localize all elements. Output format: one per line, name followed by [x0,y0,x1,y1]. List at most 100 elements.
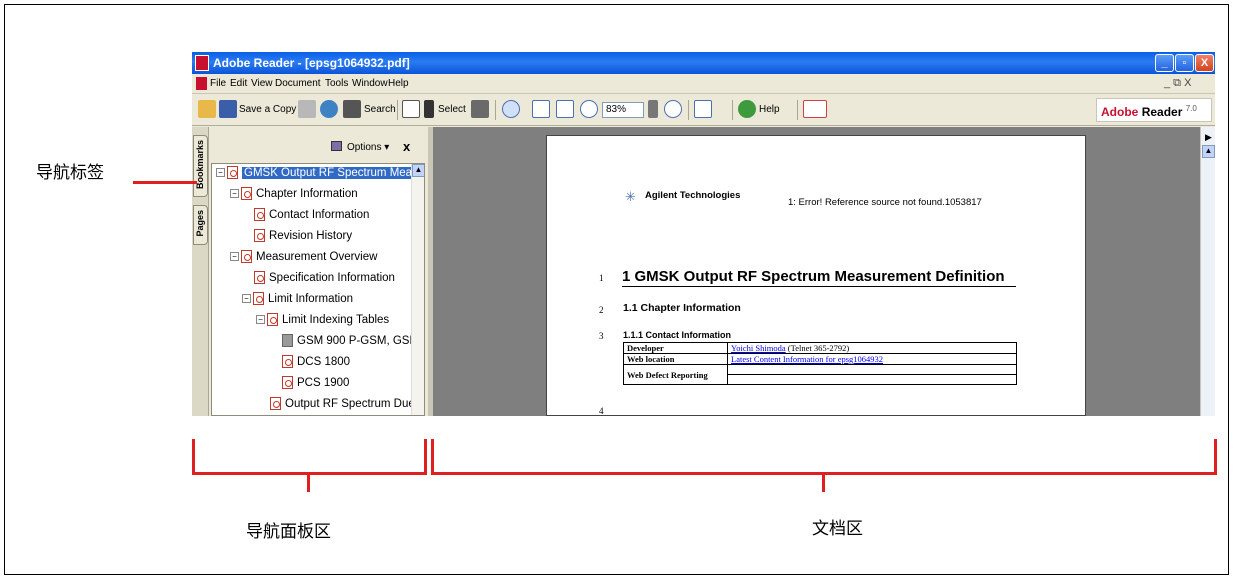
table-row: Developer Yoichi Shimoda (Telnet 365-279… [623,342,1017,354]
menu-file[interactable]: File [210,78,226,89]
toolbar-separator [797,100,798,120]
bookmark-tree: − GMSK Output RF Spectrum Measu − Chapter … [211,163,425,416]
tree-item-label: GSM 900 P-GSM, GSM [297,335,420,347]
document-icon [196,77,207,90]
table-cell-value [727,364,1017,375]
close-button[interactable]: X [1195,54,1214,72]
collapse-icon[interactable]: − [256,315,265,325]
tree-scrollbar[interactable]: ▲ [411,164,424,415]
pages-icon[interactable] [694,100,712,118]
tree-item[interactable]: − Limit Indexing Tables [256,312,389,329]
email-icon[interactable] [320,100,338,118]
window-title: Adobe Reader - [epsg1064932.pdf] [213,56,410,70]
open-icon[interactable] [198,100,216,118]
adobe-reader-brand: Adobe Reader 7.0 [1096,98,1212,122]
brand-adobe: Adobe [1101,105,1139,119]
tree-item-label: Limit Information [268,293,354,305]
document-window-controls[interactable]: _ ⧉ X [1164,77,1191,90]
menu-window[interactable]: Window [352,78,388,89]
bracket-doc-tick [822,474,825,492]
tree-item[interactable]: − GMSK Output RF Spectrum Measu [216,165,424,182]
save-icon[interactable] [219,100,237,118]
bookmark-icon [282,355,293,369]
table-cell-key: Web Defect Reporting [623,364,728,385]
zoom-out-icon[interactable] [580,100,598,118]
table-cell-value: Latest Content Information for epsg10649… [727,353,1017,365]
options-label: Options [347,142,382,153]
actual-size-icon[interactable] [532,100,550,118]
tree-item[interactable]: Contact Information [254,207,369,224]
tree-item-label: PCS 1900 [297,377,350,389]
menu-document[interactable]: Document [275,78,321,89]
select-tool-icon[interactable] [424,100,434,118]
title-bar[interactable]: Adobe Reader - [epsg1064932.pdf] _ ▫ X [192,52,1215,74]
heading-3: 1.1.1 Contact Information [623,330,732,340]
panel-splitter[interactable] [428,127,433,416]
restore-button[interactable]: ▫ [1175,54,1194,72]
collapse-icon[interactable]: − [242,294,251,304]
menu-edit[interactable]: Edit [230,78,247,89]
document-scrollbar[interactable]: ▶ ▲ [1200,127,1215,416]
table-cell-value: Yoichi Shimoda (Telnet 365-2792) [727,342,1017,354]
collapse-icon[interactable]: − [230,252,239,262]
collapse-icon[interactable]: − [230,189,239,199]
bracket-nav-tick [307,474,310,492]
menu-help[interactable]: Help [388,78,409,89]
table-cell-key: Web location [623,353,728,365]
tree-item[interactable]: GSM 900 P-GSM, GSM [282,333,419,350]
developer-link[interactable]: Yoichi Shimoda [731,343,786,353]
close-panel-button[interactable]: x [403,139,410,154]
collapse-icon[interactable]: − [216,168,225,178]
tree-item[interactable]: DCS 1800 [282,354,350,371]
hand-tool-icon[interactable] [402,100,420,118]
tab-pages-label: Pages [195,210,205,237]
tree-item-label: Limit Indexing Tables [282,314,390,326]
brand-version: 7.0 [1185,104,1197,113]
bookmark-icon [254,271,265,285]
tree-item[interactable]: Output RF Spectrum Due t [270,396,421,413]
minimize-button[interactable]: _ [1155,54,1174,72]
bookmark-icon [241,250,252,264]
tree-item-label: Chapter Information [256,188,358,200]
scroll-up-icon[interactable]: ▲ [1202,145,1215,158]
toolbar: Save a Copy Search Select 83% Help Adobe… [192,94,1215,126]
tab-pages[interactable]: Pages [193,205,208,245]
help-button[interactable]: Help [759,104,780,115]
tab-bookmarks[interactable]: Bookmarks [193,135,208,197]
heading-2: 1.1 Chapter Information [623,302,741,314]
annotation-nav-tab: 导航标签 [36,163,104,183]
yahoo-icon[interactable] [803,100,827,118]
menu-view[interactable]: View [251,78,273,89]
tree-item[interactable]: − Limit Information [242,291,353,308]
print-icon[interactable] [298,100,316,118]
scroll-up-icon[interactable]: ▲ [412,164,424,177]
zoom-in-plus-icon[interactable] [664,100,682,118]
tree-item-label: DCS 1800 [297,356,351,368]
zoom-dropdown-icon[interactable] [648,100,658,118]
help-icon[interactable] [738,100,756,118]
options-button[interactable]: Options ▾ [347,142,389,153]
options-icon[interactable] [331,141,342,151]
agilent-logo-icon: ✳ [625,189,636,204]
tree-item[interactable]: Specification Information [254,270,395,287]
tree-item[interactable]: PCS 1900 [282,375,349,392]
tree-item[interactable]: − Measurement Overview [230,249,377,266]
fit-width-icon[interactable] [556,100,574,118]
zoom-level-field[interactable]: 83% [602,102,644,118]
select-button[interactable]: Select [438,104,466,115]
zoom-in-icon[interactable] [502,100,520,118]
bookmark-icon [241,187,252,201]
table-row: Web location Latest Content Information … [623,353,1017,365]
toolbar-separator [688,100,689,120]
binoculars-icon[interactable] [343,100,361,118]
annotation-doc-area: 文档区 [812,519,863,539]
save-a-copy-button[interactable]: Save a Copy [239,104,296,115]
snapshot-icon[interactable] [471,100,489,118]
search-button[interactable]: Search [364,104,396,115]
line-number: 2 [599,305,604,315]
scroll-right-arrow-icon[interactable]: ▶ [1205,132,1212,143]
tree-item[interactable]: Revision History [254,228,352,245]
menu-tools[interactable]: Tools [325,78,348,89]
tree-item[interactable]: − Chapter Information [230,186,358,203]
web-location-link[interactable]: Latest Content Information for epsg10649… [731,354,883,364]
